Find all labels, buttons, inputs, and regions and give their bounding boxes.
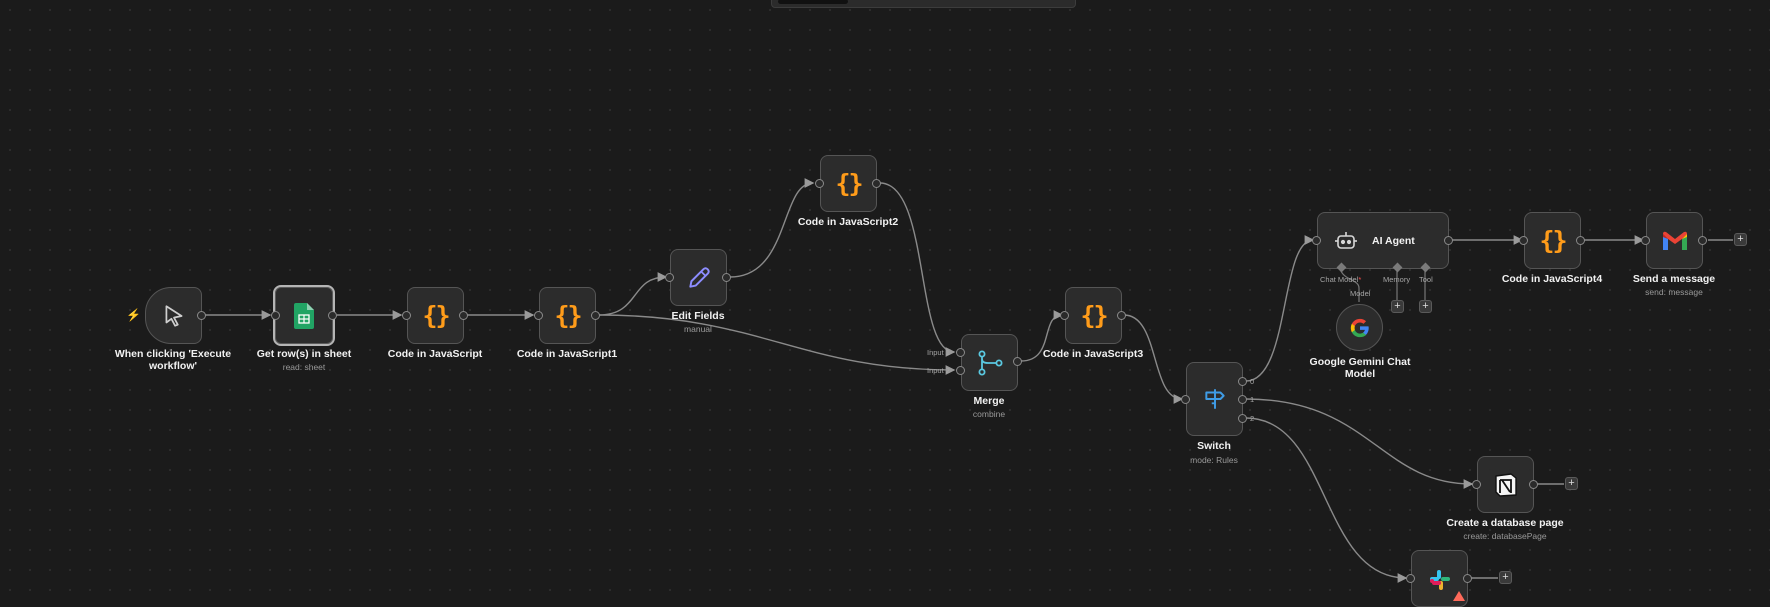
port-out[interactable] bbox=[591, 311, 600, 320]
notion-icon bbox=[1494, 472, 1517, 497]
port-out[interactable] bbox=[328, 311, 337, 320]
add-tool-button[interactable]: + bbox=[1419, 300, 1432, 313]
port-in[interactable] bbox=[402, 311, 411, 320]
node-google-gemini[interactable] bbox=[1336, 304, 1383, 351]
node-label: Code in JavaScript3 bbox=[1042, 348, 1144, 360]
google-sheets-icon bbox=[294, 302, 314, 329]
port-out[interactable] bbox=[1576, 236, 1585, 245]
node-subtitle: read: sheet bbox=[282, 362, 326, 372]
required-marker: * bbox=[1358, 275, 1362, 284]
node-edit-fields[interactable] bbox=[670, 249, 727, 306]
node-notion[interactable] bbox=[1477, 456, 1534, 513]
slack-icon bbox=[1429, 570, 1450, 590]
add-node-button[interactable]: + bbox=[1734, 233, 1747, 246]
node-code2[interactable]: {} bbox=[820, 155, 877, 212]
port-in[interactable] bbox=[1060, 311, 1069, 320]
add-node-button[interactable]: + bbox=[1499, 571, 1512, 584]
port-out[interactable] bbox=[872, 179, 881, 188]
node-label: Code in JavaScript1 bbox=[516, 348, 618, 360]
merge-icon bbox=[978, 350, 1002, 375]
node-label: Edit Fields bbox=[671, 310, 725, 322]
node-subtitle: create: databasePage bbox=[1463, 531, 1547, 541]
node-label: Send a message bbox=[1632, 273, 1716, 285]
robot-icon bbox=[1335, 231, 1357, 249]
port-out[interactable] bbox=[1444, 236, 1453, 245]
gmail-icon bbox=[1662, 231, 1687, 250]
port-in[interactable] bbox=[1519, 236, 1528, 245]
node-label: Switch bbox=[1197, 440, 1231, 452]
port-in-1[interactable] bbox=[956, 348, 965, 357]
node-code4[interactable]: {} bbox=[1524, 212, 1581, 269]
chat-model-text: Chat Model bbox=[1320, 275, 1359, 284]
node-switch[interactable] bbox=[1186, 362, 1243, 436]
node-label: Create a database page bbox=[1446, 517, 1564, 529]
node-label: Merge bbox=[973, 395, 1005, 407]
code-braces-icon: {} bbox=[422, 301, 450, 330]
trigger-bolt-icon: ⚡ bbox=[126, 308, 141, 322]
port-in-2[interactable] bbox=[956, 366, 965, 375]
port-in[interactable] bbox=[534, 311, 543, 320]
port-in[interactable] bbox=[271, 311, 280, 320]
port-out[interactable] bbox=[1529, 480, 1538, 489]
node-ai-agent[interactable]: AI Agent bbox=[1317, 212, 1449, 269]
code-braces-icon: {} bbox=[835, 169, 863, 198]
node-subtitle: send: message bbox=[1645, 287, 1703, 297]
port-in[interactable] bbox=[1181, 395, 1190, 404]
add-memory-button[interactable]: + bbox=[1391, 300, 1404, 313]
port-in[interactable] bbox=[1641, 236, 1650, 245]
port-in[interactable] bbox=[1406, 574, 1415, 583]
node-label: AI Agent bbox=[1372, 234, 1415, 247]
merge-input2-label: Input 2 bbox=[927, 366, 950, 375]
node-subtitle: manual bbox=[684, 324, 712, 334]
switch-output-2-label: 2 bbox=[1250, 414, 1255, 423]
node-merge[interactable] bbox=[961, 334, 1018, 391]
cursor-icon bbox=[165, 304, 182, 327]
port-out-0[interactable] bbox=[1238, 377, 1247, 386]
code-braces-icon: {} bbox=[554, 301, 582, 330]
warning-icon[interactable] bbox=[1453, 591, 1465, 601]
port-out-1[interactable] bbox=[1238, 395, 1247, 404]
port-out[interactable] bbox=[1463, 574, 1472, 583]
google-g-icon bbox=[1350, 318, 1369, 337]
node-gmail[interactable] bbox=[1646, 212, 1703, 269]
node-subtitle: combine bbox=[972, 409, 1006, 419]
port-out[interactable] bbox=[1698, 236, 1707, 245]
port-out[interactable] bbox=[1117, 311, 1126, 320]
edge-switch0-agent bbox=[1245, 235, 1315, 382]
add-node-button[interactable]: + bbox=[1565, 477, 1578, 490]
port-in[interactable] bbox=[665, 273, 674, 282]
signpost-icon bbox=[1204, 389, 1225, 409]
node-manual-trigger[interactable] bbox=[145, 287, 202, 344]
pencil-icon bbox=[688, 266, 710, 288]
port-out[interactable] bbox=[197, 311, 206, 320]
code-braces-icon: {} bbox=[1539, 226, 1567, 255]
port-in[interactable] bbox=[1472, 480, 1481, 489]
node-google-sheets[interactable] bbox=[273, 285, 335, 346]
node-subtitle: mode: Rules bbox=[1190, 455, 1238, 465]
port-out-2[interactable] bbox=[1238, 414, 1247, 423]
port-in[interactable] bbox=[815, 179, 824, 188]
switch-output-1-label: 1 bbox=[1250, 395, 1255, 404]
node-label: Code in JavaScript2 bbox=[797, 216, 899, 228]
port-in[interactable] bbox=[1312, 236, 1321, 245]
edge-code2-merge1 bbox=[879, 182, 956, 357]
node-code[interactable]: {} bbox=[407, 287, 464, 344]
node-code3[interactable]: {} bbox=[1065, 287, 1122, 344]
switch-output-0-label: 0 bbox=[1250, 377, 1255, 386]
merge-input1-label: Input 1 bbox=[927, 348, 950, 357]
node-label: Google Gemini Chat Model bbox=[1309, 356, 1411, 380]
model-label: Model bbox=[1350, 289, 1371, 298]
memory-label: Memory bbox=[1383, 275, 1411, 284]
chat-model-label: Chat Model* bbox=[1320, 275, 1361, 284]
node-code1[interactable]: {} bbox=[539, 287, 596, 344]
edge-editfields-code2 bbox=[729, 178, 815, 278]
tool-label: Tool bbox=[1419, 275, 1433, 284]
port-out[interactable] bbox=[459, 311, 468, 320]
code-braces-icon: {} bbox=[1080, 301, 1108, 330]
port-out[interactable] bbox=[722, 273, 731, 282]
